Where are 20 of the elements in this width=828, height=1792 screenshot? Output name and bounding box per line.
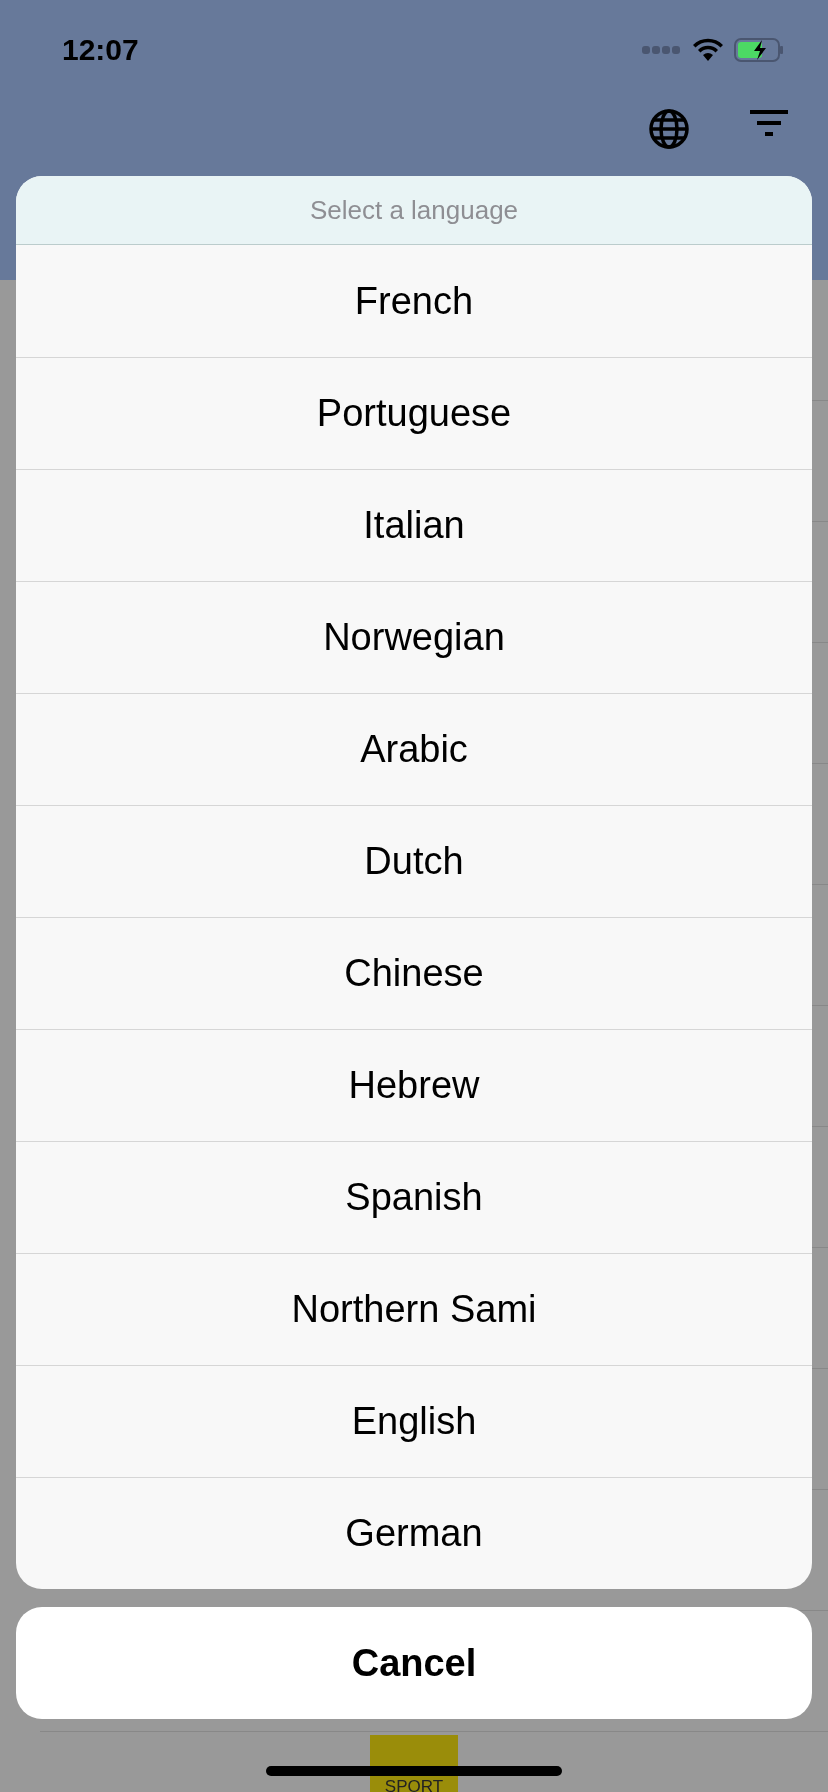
language-option[interactable]: Spanish (16, 1141, 812, 1253)
language-option[interactable]: Arabic (16, 693, 812, 805)
filter-icon[interactable] (750, 108, 788, 138)
language-option[interactable]: Chinese (16, 917, 812, 1029)
globe-icon[interactable] (648, 108, 690, 150)
wifi-icon (692, 38, 724, 62)
language-option[interactable]: English (16, 1365, 812, 1477)
language-option[interactable]: Northern Sami (16, 1253, 812, 1365)
language-option[interactable]: French (16, 245, 812, 357)
battery-icon (734, 37, 784, 63)
language-option[interactable]: Italian (16, 469, 812, 581)
cancel-button[interactable]: Cancel (16, 1607, 812, 1719)
language-option[interactable]: Norwegian (16, 581, 812, 693)
signal-icon (642, 45, 682, 55)
language-option[interactable]: Portuguese (16, 357, 812, 469)
sheet-title: Select a language (16, 176, 812, 245)
language-option[interactable]: Dutch (16, 805, 812, 917)
language-option[interactable]: Hebrew (16, 1029, 812, 1141)
language-option[interactable]: German (16, 1477, 812, 1589)
status-time: 12:07 (62, 33, 139, 67)
